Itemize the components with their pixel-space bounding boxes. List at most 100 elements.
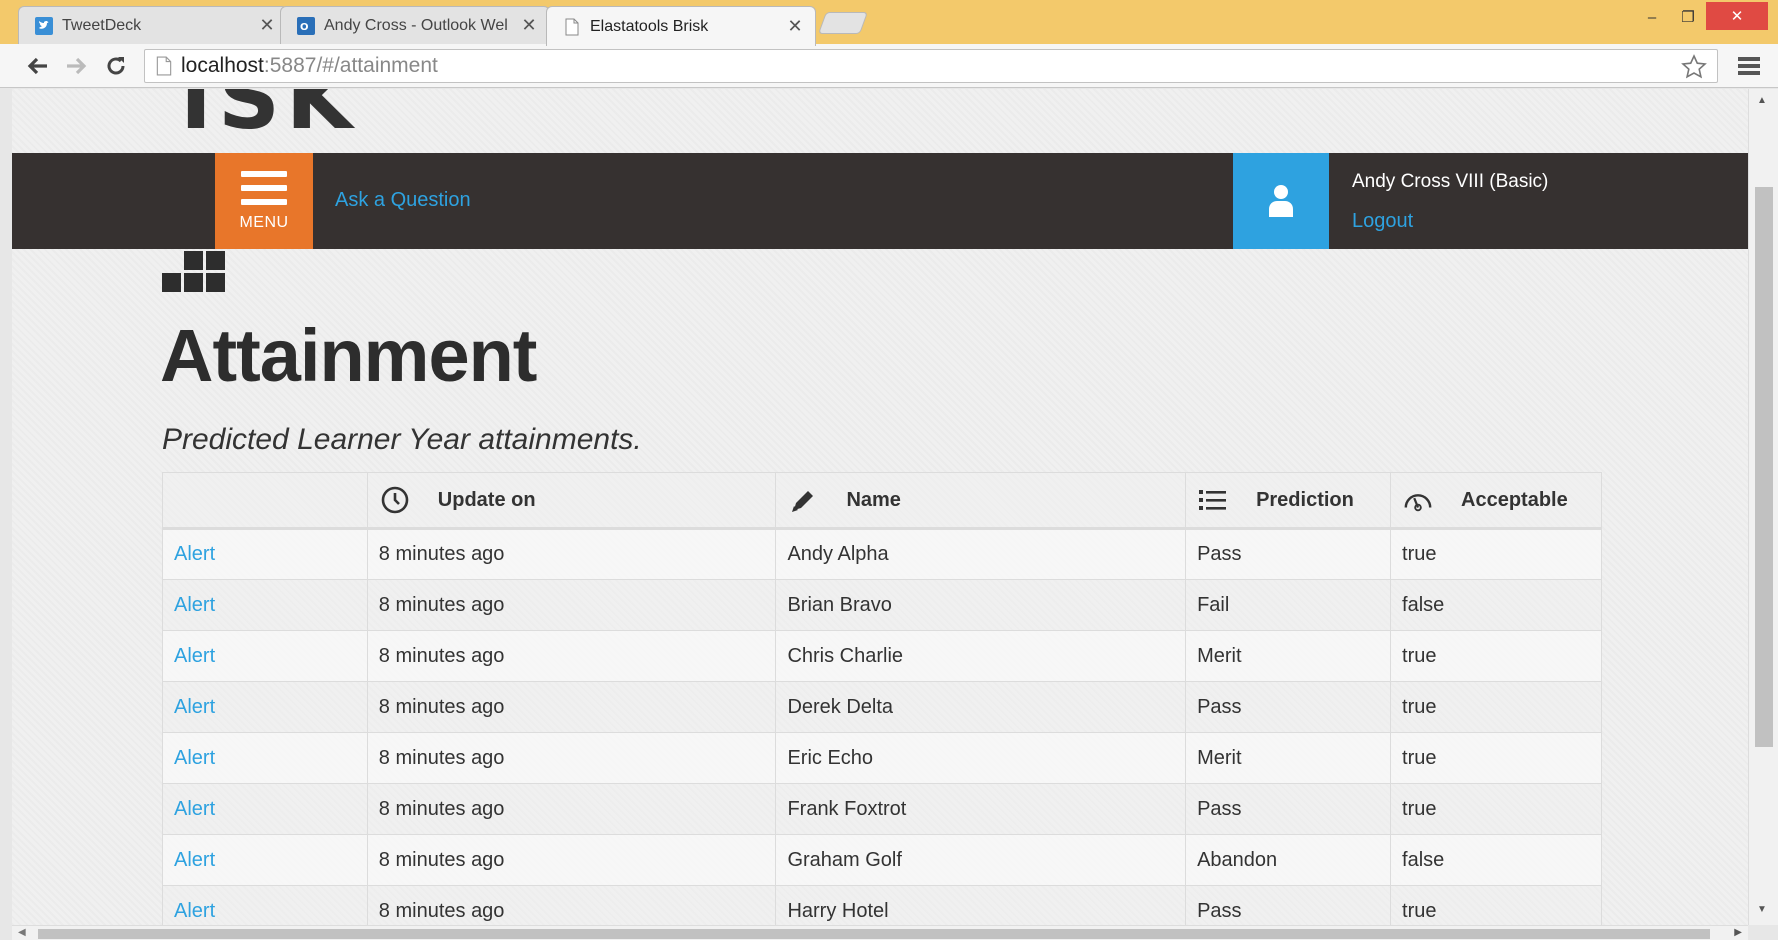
alert-link[interactable]: Alert — [174, 849, 215, 871]
svg-text:O: O — [300, 22, 309, 33]
table-cell: Alert — [162, 783, 368, 835]
header-name[interactable]: Name — [775, 472, 1187, 529]
bookmark-star-icon[interactable] — [1681, 54, 1707, 80]
table-row: Alert 8 minutes ago Brian Bravo Fail false — [162, 579, 1602, 631]
acceptable-cell: true — [1402, 543, 1437, 565]
table-cell: Chris Charlie — [775, 630, 1187, 682]
table-cell: true — [1390, 630, 1602, 682]
prediction-cell: Pass — [1197, 899, 1242, 922]
header-update-on[interactable]: Update on — [366, 472, 777, 529]
alert-link[interactable]: Alert — [174, 900, 215, 922]
table-cell: Fail — [1185, 579, 1392, 631]
table-cell: 8 minutes ago — [366, 834, 777, 886]
user-icon — [1269, 185, 1293, 217]
tab-close-icon[interactable]: ✕ — [787, 16, 803, 37]
scroll-right-icon[interactable]: ▶ — [1734, 927, 1742, 938]
alert-link[interactable]: Alert — [174, 594, 215, 616]
horizontal-scroll-thumb[interactable] — [38, 929, 1710, 939]
learner-name-cell: Frank Foxtrot — [787, 797, 907, 820]
reload-button[interactable] — [100, 50, 132, 82]
header-action[interactable] — [162, 472, 368, 529]
url-path: :5887/#/attainment — [263, 54, 438, 77]
acceptable-cell: true — [1402, 695, 1437, 718]
scroll-down-icon[interactable]: ▼ — [1757, 904, 1767, 915]
updated-cell: 8 minutes ago — [378, 746, 505, 769]
tab-close-icon[interactable]: ✕ — [259, 15, 275, 36]
outlook-icon: O — [297, 16, 315, 35]
menu-button[interactable]: MENU — [215, 153, 313, 249]
updated-cell: 8 minutes ago — [378, 797, 505, 820]
acceptable-cell: false — [1402, 593, 1445, 616]
tab-title: Elastatools Brisk — [590, 17, 709, 35]
header-prediction[interactable]: Prediction — [1185, 472, 1392, 529]
vertical-scrollbar[interactable]: ▲ ▼ — [1748, 89, 1778, 925]
learner-name-cell: Andy Alpha — [787, 543, 889, 565]
minimize-button[interactable]: – — [1634, 0, 1670, 34]
address-bar[interactable]: localhost:5887/#/attainment — [144, 49, 1718, 83]
alert-link[interactable]: Alert — [174, 798, 215, 820]
learner-name-cell: Chris Charlie — [787, 644, 904, 667]
table-cell: Alert — [162, 834, 368, 886]
table-row: Alert 8 minutes ago Derek Delta Pass true — [162, 681, 1602, 733]
table-cell: 8 minutes ago — [366, 783, 777, 835]
tab-title: TweetDeck — [62, 16, 142, 34]
table-row: Alert 8 minutes ago Harry Hotel Pass true — [162, 885, 1602, 925]
table-cell: true — [1390, 681, 1602, 733]
header-label: Prediction — [1256, 488, 1354, 511]
tab-tweetdeck[interactable]: TweetDeck ✕ — [18, 6, 288, 44]
learner-name-cell: Eric Echo — [787, 746, 874, 769]
scroll-up-icon[interactable]: ▲ — [1757, 95, 1767, 106]
table-cell: Alert — [162, 732, 368, 784]
gauge-icon — [1403, 485, 1433, 515]
clock-icon — [380, 485, 410, 515]
browser-toolbar: localhost:5887/#/attainment — [0, 44, 1778, 88]
table-cell: Alert — [162, 681, 368, 733]
scroll-left-icon[interactable]: ◀ — [18, 927, 26, 938]
horizontal-scrollbar[interactable]: ◀ ▶ — [12, 925, 1748, 940]
table-row: Alert 8 minutes ago Chris Charlie Merit true — [162, 630, 1602, 682]
vertical-scroll-thumb[interactable] — [1755, 187, 1773, 747]
table-cell: Brian Bravo — [775, 579, 1187, 631]
ask-question-link[interactable]: Ask a Question — [335, 189, 471, 212]
table-cell: Abandon — [1185, 834, 1392, 886]
alert-link[interactable]: Alert — [174, 747, 215, 769]
prediction-cell: Pass — [1197, 695, 1242, 718]
browser-menu-icon[interactable] — [1736, 54, 1762, 78]
tab-elastatools[interactable]: Elastatools Brisk ✕ — [546, 6, 816, 46]
logout-link[interactable]: Logout — [1352, 210, 1413, 233]
prediction-cell: Merit — [1197, 644, 1242, 667]
tab-outlook[interactable]: O Andy Cross - Outlook Wel ✕ — [280, 6, 550, 44]
user-avatar[interactable] — [1233, 153, 1329, 249]
table-cell: Pass — [1185, 527, 1392, 580]
list-icon — [1198, 485, 1228, 515]
learner-name-cell: Harry Hotel — [787, 899, 889, 922]
back-button[interactable] — [22, 50, 54, 82]
learner-name-cell: Brian Bravo — [787, 593, 892, 616]
header-label: Name — [846, 488, 901, 511]
table-cell: Alert — [162, 630, 368, 682]
table-cell: Alert — [162, 579, 368, 631]
table-cell: Pass — [1185, 681, 1392, 733]
prediction-cell: Abandon — [1197, 848, 1278, 871]
table-cell: Alert — [162, 527, 368, 580]
alert-link[interactable]: Alert — [174, 645, 215, 667]
table-cell: 8 minutes ago — [366, 885, 777, 925]
new-tab-button[interactable] — [817, 12, 869, 34]
user-name: Andy Cross VIII (Basic) — [1352, 171, 1549, 192]
maximize-button[interactable]: ❐ — [1670, 0, 1706, 34]
alert-link[interactable]: Alert — [174, 696, 215, 718]
forward-button[interactable] — [60, 50, 92, 82]
browser-window: TweetDeck ✕ O Andy Cross - Outlook Wel ✕… — [0, 0, 1778, 940]
alert-link[interactable]: Alert — [174, 543, 215, 565]
header-label: Acceptable — [1461, 488, 1568, 511]
browser-titlebar: TweetDeck ✕ O Andy Cross - Outlook Wel ✕… — [0, 0, 1778, 46]
header-acceptable[interactable]: Acceptable — [1390, 472, 1602, 529]
close-window-button[interactable]: ✕ — [1706, 2, 1768, 30]
updated-cell: 8 minutes ago — [378, 543, 505, 565]
tab-close-icon[interactable]: ✕ — [521, 15, 537, 36]
table-cell: Pass — [1185, 885, 1392, 925]
table-cell: true — [1390, 885, 1602, 925]
page-subtitle: Predicted Learner Year attainments. — [162, 423, 642, 456]
table-cell: Andy Alpha — [775, 527, 1187, 580]
table-cell: Derek Delta — [775, 681, 1187, 733]
